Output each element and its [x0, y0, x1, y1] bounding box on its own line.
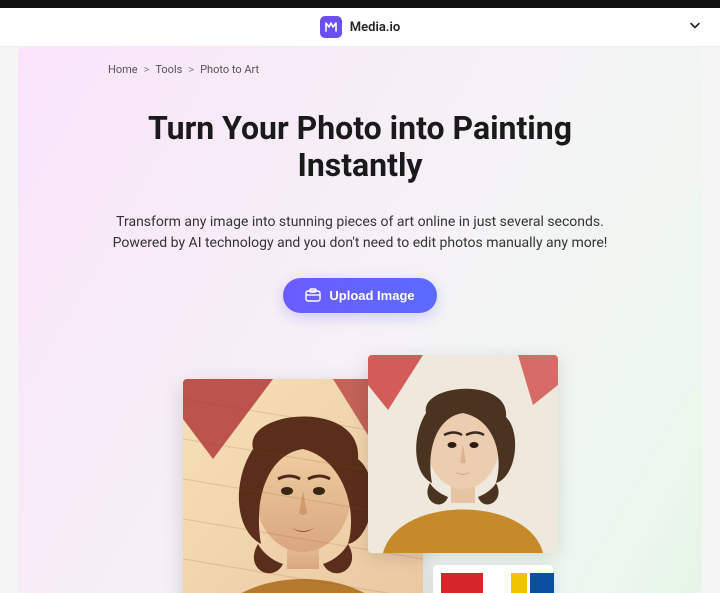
breadcrumb-tools[interactable]: Tools [155, 63, 182, 76]
upload-image-button[interactable]: Upload Image [283, 278, 436, 313]
subtitle-line-2: Powered by AI technology and you don't n… [113, 235, 608, 251]
chevron-down-icon[interactable] [688, 18, 702, 37]
style-mondrian-thumbnail [433, 565, 553, 593]
site-header: Media.io [0, 8, 720, 47]
breadcrumb: Home > Tools > Photo to Art [108, 63, 652, 76]
breadcrumb-separator: > [144, 63, 150, 76]
breadcrumb-separator: > [188, 63, 194, 76]
breadcrumb-current: Photo to Art [200, 63, 259, 76]
subtitle-line-1: Transform any image into stunning pieces… [116, 214, 604, 230]
upload-button-label: Upload Image [329, 288, 414, 303]
example-photo-image [368, 355, 558, 553]
title-line-2: Instantly [297, 146, 422, 184]
mondrian-grid-icon [441, 573, 545, 593]
upload-icon [305, 288, 321, 302]
hero-images [68, 351, 652, 593]
breadcrumb-home[interactable]: Home [108, 63, 138, 76]
brand-name: Media.io [350, 20, 400, 35]
page-title: Turn Your Photo into Painting Instantly [68, 110, 652, 184]
browser-topbar [0, 0, 720, 8]
hero-section: Home > Tools > Photo to Art Turn Your Ph… [18, 47, 702, 593]
title-line-1: Turn Your Photo into Painting [148, 109, 572, 147]
brand[interactable]: Media.io [320, 16, 400, 38]
page-subtitle: Transform any image into stunning pieces… [68, 212, 652, 254]
brand-logo-icon [320, 16, 342, 38]
